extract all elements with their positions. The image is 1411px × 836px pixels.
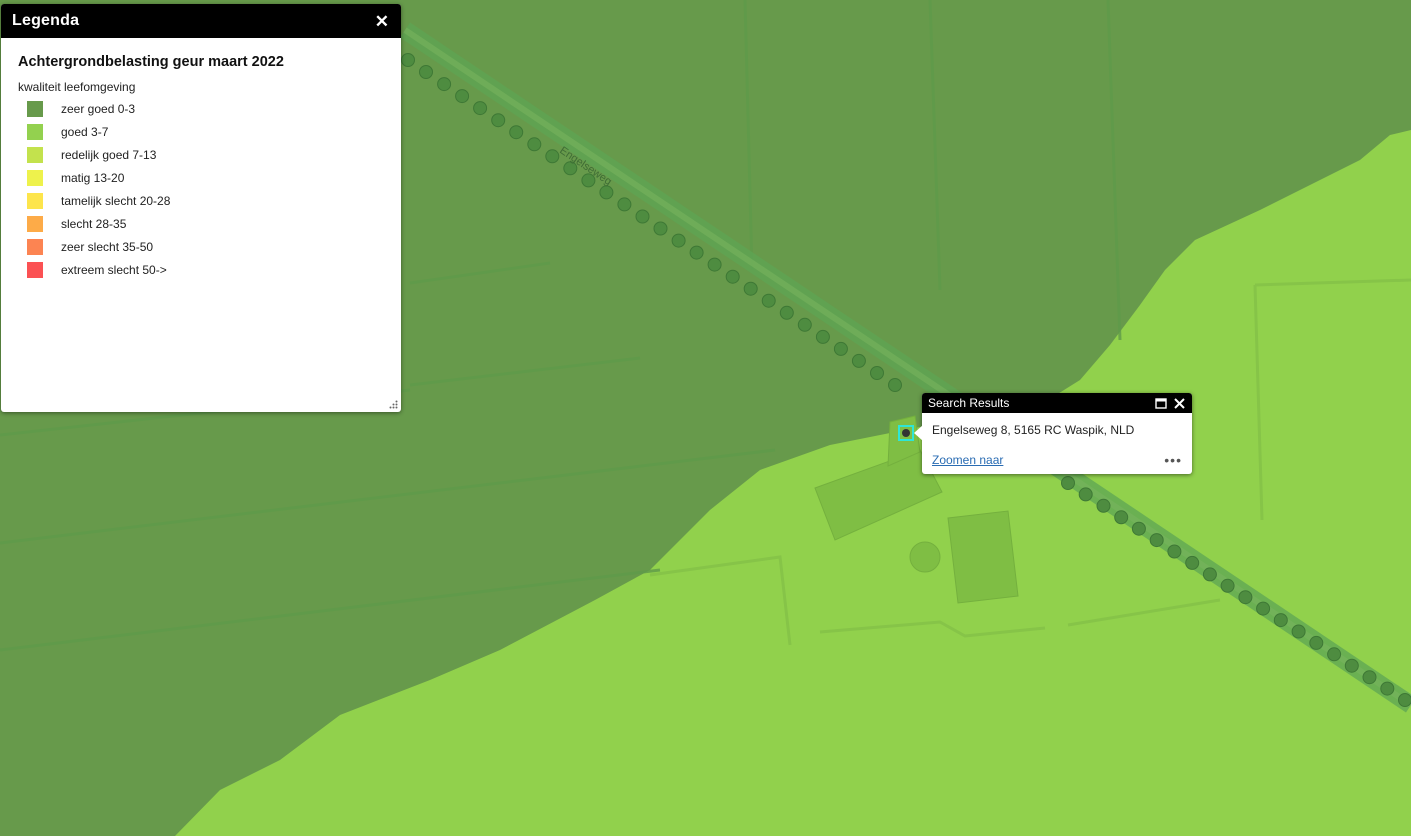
close-icon[interactable]: ✕	[375, 13, 389, 30]
tree-marker	[1114, 510, 1129, 525]
tree-marker	[1167, 544, 1182, 559]
tree-marker	[851, 353, 866, 368]
tree-marker	[599, 185, 614, 200]
tree-marker	[1256, 601, 1271, 616]
tree-marker	[491, 113, 506, 128]
legend-label: zeer slecht 35-50	[61, 239, 154, 254]
tree-marker	[617, 197, 632, 212]
tree-marker	[743, 281, 758, 296]
tree-marker	[473, 101, 488, 116]
legend-swatch	[27, 169, 43, 186]
tree-marker	[779, 305, 794, 320]
tree-marker	[1309, 635, 1324, 650]
tree-marker	[1273, 613, 1288, 628]
popup-address: Engelseweg 8, 5165 RC Waspik, NLD	[932, 423, 1135, 437]
tree-marker	[401, 53, 415, 67]
tree-marker	[1344, 658, 1359, 673]
legend-label: slecht 28-35	[61, 216, 127, 231]
tree-marker	[797, 317, 812, 332]
legend-item: tamelijk slecht 20-28	[18, 189, 384, 212]
legend-swatch	[27, 215, 43, 232]
more-options-icon[interactable]: •••	[1164, 453, 1182, 467]
tree-marker	[689, 245, 704, 260]
search-results-popup: Search Results Engelseweg 8, 5165 RC Was…	[914, 393, 1192, 474]
legend-label: matig 13-20	[61, 170, 125, 185]
tree-marker	[671, 233, 686, 248]
legend-panel: Legenda ✕ Achtergrondbelasting geur maar…	[1, 4, 401, 412]
legend-item: extreem slecht 50->	[18, 258, 384, 281]
tree-marker	[455, 89, 470, 104]
layer-title: Achtergrondbelasting geur maart 2022	[18, 54, 284, 70]
close-icon[interactable]	[1172, 396, 1186, 410]
legend-swatch	[27, 123, 43, 140]
legend-label: redelijk goed 7-13	[61, 147, 157, 162]
legend-item: slecht 28-35	[18, 212, 384, 235]
legend-label: extreem slecht 50->	[61, 262, 167, 277]
tree-marker	[437, 77, 452, 92]
tree-marker	[1380, 681, 1395, 696]
legend-item: matig 13-20	[18, 166, 384, 189]
tree-marker	[1078, 487, 1093, 502]
maximize-icon[interactable]	[1154, 396, 1168, 410]
legend-items: zeer goed 0-3 goed 3-7 redelijk goed 7-13 m…	[18, 97, 384, 281]
tree-marker	[527, 137, 542, 152]
tree-marker	[1398, 693, 1411, 707]
legend-swatch	[27, 261, 43, 278]
legend-title: Legenda	[12, 12, 80, 29]
field-label: kwaliteit leefomgeving	[18, 80, 136, 94]
tree-marker	[1096, 498, 1111, 513]
tree-marker	[509, 125, 524, 140]
tree-marker	[833, 341, 848, 356]
legend-swatch	[27, 238, 43, 255]
tree-marker	[1220, 578, 1235, 593]
tree-marker	[725, 269, 740, 284]
tree-marker	[1149, 533, 1164, 548]
tree-marker	[419, 65, 433, 79]
popup-title: Search Results	[928, 396, 1010, 410]
legend-label: zeer goed 0-3	[61, 101, 136, 116]
legend-item: goed 3-7	[18, 120, 384, 143]
legend-item: redelijk goed 7-13	[18, 143, 384, 166]
tree-marker	[635, 209, 650, 224]
legend-body: Achtergrondbelasting geur maart 2022 kwa…	[1, 38, 401, 297]
popup-header: Search Results	[922, 393, 1192, 413]
resize-grip-icon[interactable]	[389, 400, 398, 409]
legend-item: zeer slecht 35-50	[18, 235, 384, 258]
tree-marker	[1327, 647, 1342, 662]
tree-marker	[870, 366, 884, 380]
popup-footer: Zoomen naar •••	[922, 437, 1192, 467]
legend-item: zeer goed 0-3	[18, 97, 384, 120]
zoom-to-link[interactable]: Zoomen naar	[932, 453, 1003, 467]
tree-marker	[1185, 555, 1200, 570]
legend-header: Legenda ✕	[1, 4, 401, 38]
tree-marker	[815, 329, 830, 344]
tree-marker	[1131, 521, 1146, 536]
legend-swatch	[27, 146, 43, 163]
tree-marker	[545, 149, 560, 164]
tree-marker	[761, 293, 776, 308]
legend-swatch	[27, 192, 43, 209]
tree-marker	[1291, 624, 1306, 639]
popup-pointer	[914, 425, 923, 441]
legend-swatch	[27, 100, 43, 117]
tree-marker	[653, 221, 668, 236]
tree-marker	[1061, 476, 1075, 490]
tree-marker	[1238, 590, 1253, 605]
tree-marker	[1362, 670, 1377, 685]
legend-label: tamelijk slecht 20-28	[61, 193, 171, 208]
tree-marker	[707, 257, 722, 272]
tree-marker	[1202, 567, 1217, 582]
legend-label: goed 3-7	[61, 124, 109, 139]
tree-marker	[888, 378, 902, 392]
